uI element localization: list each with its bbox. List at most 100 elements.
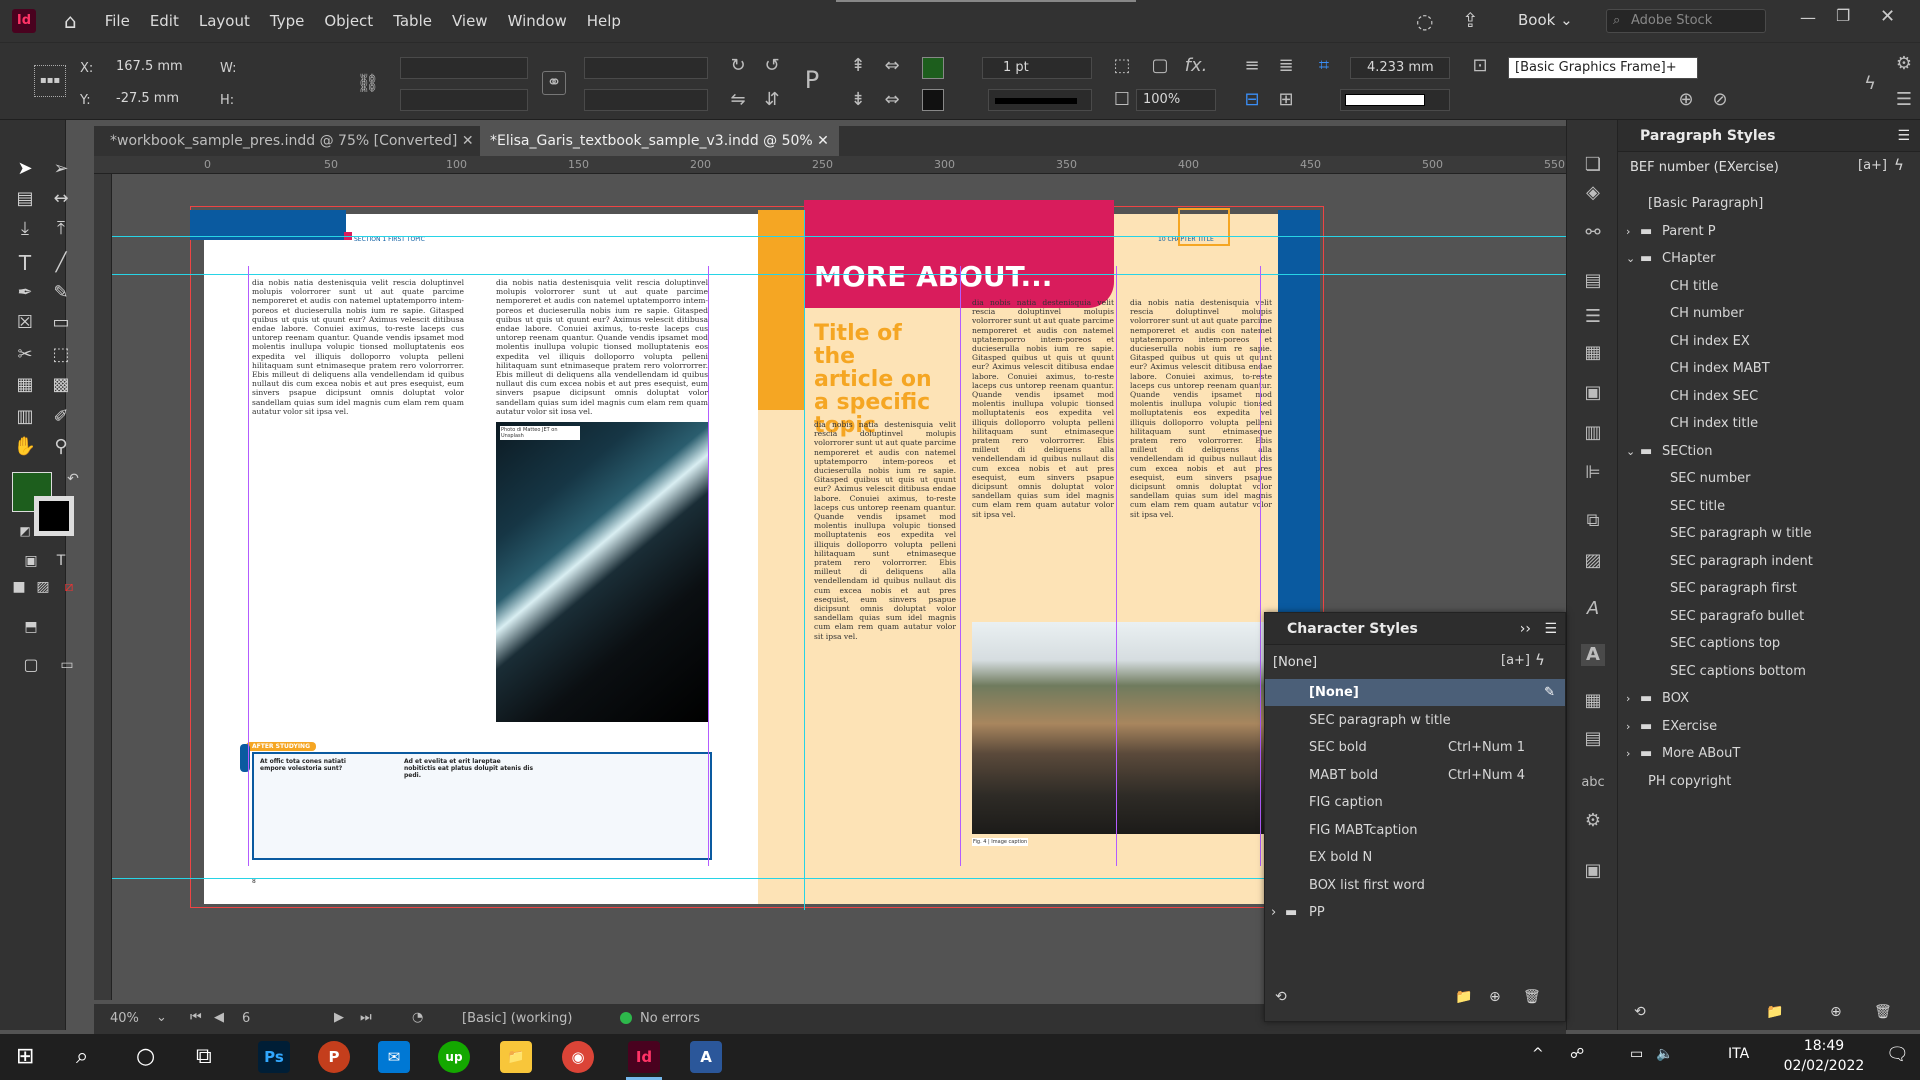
scripts-icon[interactable]: ⚙ (1581, 810, 1605, 832)
type-tool-icon[interactable]: T (12, 250, 38, 276)
text-format-icon[interactable]: T (48, 548, 74, 574)
settings-icon[interactable]: ⚙ (1892, 53, 1916, 75)
zoom-dropdown-icon[interactable]: ⌄ (156, 1010, 167, 1025)
paragraph-style-item[interactable]: SEC paragraph indent (1618, 548, 1920, 575)
preflight-status-icon[interactable]: ◔ (412, 1010, 423, 1025)
tab-textbook[interactable]: *Elisa_Garis_textbook_sample_v3.indd @ 5… (480, 126, 839, 156)
page-number-field[interactable]: 6 (242, 1011, 250, 1026)
swatch-preview[interactable] (1340, 89, 1450, 111)
minimize-button[interactable]: — (1800, 8, 1816, 27)
mail-icon[interactable]: ✉ (378, 1041, 410, 1073)
selection-tool-icon[interactable]: ➤ (12, 156, 38, 182)
layers-icon[interactable]: ◈ (1581, 182, 1605, 204)
paragraph-style-item[interactable]: SEC captions top (1618, 630, 1920, 657)
line-tool-icon[interactable]: ╱ (48, 250, 74, 276)
new-group-icon[interactable]: 📁 (1455, 989, 1472, 1005)
chevron-down-icon[interactable]: ⌄ (1626, 438, 1635, 465)
eyedropper-tool-icon[interactable]: ✐ (48, 404, 74, 430)
workspace-switcher[interactable]: Book ⌄ (1518, 11, 1573, 29)
file-explorer-icon[interactable]: 📁 (500, 1041, 532, 1073)
home-icon[interactable]: ⌂ (64, 9, 77, 33)
restore-button[interactable]: ❐ (1836, 6, 1850, 25)
tray-chevron-icon[interactable]: ^ (1532, 1046, 1544, 1062)
free-transform-tool-icon[interactable]: ⬚ (48, 342, 74, 368)
quick-apply-icon[interactable]: ϟ (1858, 73, 1882, 95)
menu-table[interactable]: Table (393, 12, 432, 30)
pathfinder-icon[interactable]: ⧉ (1581, 510, 1605, 532)
paragraph-style-item[interactable]: SEC number (1618, 465, 1920, 492)
menu-edit[interactable]: Edit (150, 12, 179, 30)
new-style-icon[interactable]: ⊕ (1489, 989, 1501, 1005)
zoom-level[interactable]: 40% (110, 1011, 139, 1026)
scale-x-field[interactable] (400, 57, 528, 79)
menu-view[interactable]: View (452, 12, 488, 30)
x-field[interactable]: 167.5 mm (110, 57, 198, 79)
apply-gradient-icon[interactable]: ▨ (30, 574, 56, 600)
character-style-item[interactable]: MABT bold Ctrl+Num 4 (1265, 762, 1565, 789)
table-styles-icon[interactable]: ▤ (1581, 728, 1605, 750)
collapse-icon[interactable]: ›› (1520, 613, 1531, 645)
paragraph-style-item[interactable]: CH index EX (1618, 328, 1920, 355)
text-wrap-panel-icon[interactable]: ▥ (1581, 422, 1605, 444)
chevron-right-icon[interactable]: › (1626, 740, 1630, 767)
chevron-right-icon[interactable]: › (1626, 685, 1630, 712)
style-group[interactable]: › ▬ PP (1265, 899, 1565, 926)
shear-field[interactable] (584, 89, 708, 111)
selected-frame[interactable] (1178, 208, 1230, 246)
windows-start-icon[interactable]: ⊞ (16, 1044, 34, 1069)
note-tool-icon[interactable]: ▥ (12, 404, 38, 430)
load-styles-icon[interactable]: ⟲ (1275, 989, 1287, 1005)
page-tool-icon[interactable]: ▤ (12, 186, 38, 212)
rectangle-tool-icon[interactable]: ▭ (48, 310, 74, 336)
gap-tool-icon[interactable]: ↔ (48, 186, 74, 212)
chevron-right-icon[interactable]: › (1626, 218, 1630, 245)
style-group[interactable]: › ▬ Parent P (1618, 218, 1920, 245)
object-style-select[interactable]: [Basic Graphics Frame]+ (1508, 57, 1698, 79)
select-container-icon[interactable]: ⇞ (846, 55, 870, 77)
fit-frame-icon[interactable]: ⊟ (1240, 89, 1264, 111)
error-status[interactable]: No errors (640, 1011, 700, 1026)
effects-panel-icon[interactable]: ▣ (1581, 382, 1605, 404)
swap-fill-stroke-icon[interactable]: ↶ (60, 466, 86, 492)
character-style-item[interactable]: BOX list first word (1265, 872, 1565, 899)
link-icon[interactable]: ⚭ (542, 71, 566, 95)
paragraph-style-item[interactable]: SEC paragraph w title (1618, 520, 1920, 547)
pen-tool-icon[interactable]: ✒ (12, 280, 38, 306)
new-group-icon[interactable]: 📁 (1766, 1004, 1783, 1020)
stroke-type-select[interactable] (988, 89, 1092, 111)
language-indicator[interactable]: ITA (1728, 1046, 1749, 1062)
paragraph-style-item[interactable]: CH index title (1618, 410, 1920, 437)
network-icon[interactable]: ☍ (1570, 1046, 1584, 1062)
h-field[interactable] (242, 89, 322, 111)
object-styles-icon[interactable]: ▨ (1581, 550, 1605, 572)
pencil-tool-icon[interactable]: ✎ (48, 280, 74, 306)
frame-p-icon[interactable]: P (800, 68, 824, 92)
battery-icon[interactable]: ▭ (1630, 1046, 1643, 1062)
upwork-icon[interactable]: up (438, 1041, 470, 1073)
pages-icon[interactable]: ❏ (1581, 154, 1605, 176)
chevron-down-icon[interactable]: ⌄ (1626, 245, 1635, 272)
stroke-icon[interactable]: ▤ (1581, 270, 1605, 292)
zoom-tool-icon[interactable]: ⚲ (48, 434, 74, 460)
default-colors-icon[interactable]: ◩ (12, 518, 38, 544)
style-group[interactable]: ⌄ ▬ CHapter (1618, 245, 1920, 272)
first-page-icon[interactable]: ⏮ (190, 1010, 202, 1025)
frame-fitting-icon[interactable]: ⊡ (1468, 55, 1492, 77)
character-style-item[interactable]: SEC paragraph w title (1265, 707, 1565, 734)
layout-mode-icon[interactable]: ▭ (54, 652, 80, 678)
content-collector-icon[interactable]: ⤓ (12, 216, 38, 242)
prev-page-icon[interactable]: ◀ (214, 1010, 224, 1025)
delete-style-icon[interactable]: 🗑 (1874, 1004, 1892, 1020)
character-style-item[interactable]: [None] ✎ (1265, 679, 1565, 706)
menu-file[interactable]: File (105, 12, 130, 30)
links-icon[interactable]: ⚯ (1581, 222, 1605, 244)
chevron-right-icon[interactable]: › (1271, 899, 1276, 926)
adobe-stock-search[interactable]: ⌕ Adobe Stock (1606, 9, 1766, 33)
preview-mode-icon[interactable]: ▢ (18, 652, 44, 678)
close-tab-icon[interactable]: ✕ (462, 133, 474, 149)
paragraph-styles-icon[interactable]: A (1581, 598, 1605, 620)
stroke-weight-field[interactable]: 1 pt (982, 57, 1092, 79)
volume-icon[interactable]: 🔈 (1656, 1046, 1673, 1062)
opacity-field[interactable]: 100% (1136, 89, 1216, 111)
align-left-icon[interactable]: ≡ (1240, 55, 1264, 77)
